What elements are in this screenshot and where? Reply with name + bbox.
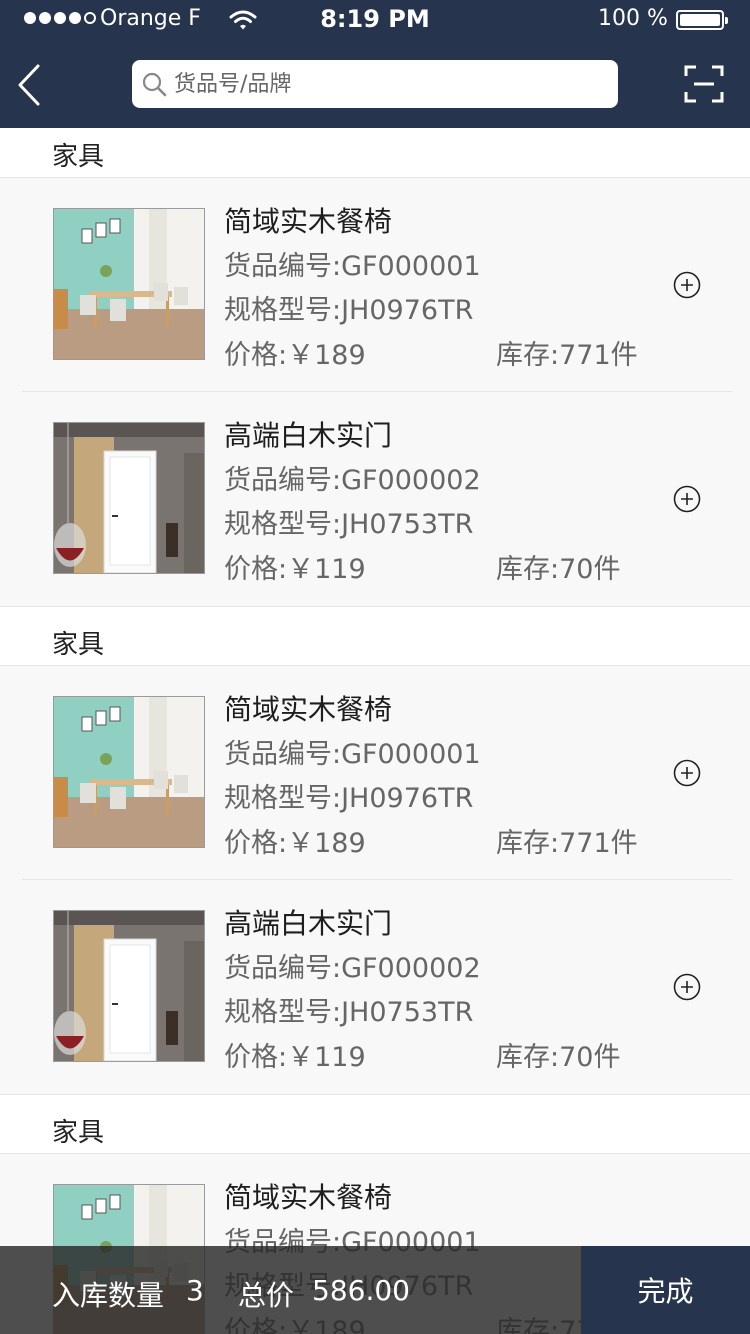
product-thumbnail[interactable] [53,422,205,574]
product-price: 价格:￥189 [224,340,366,371]
total-value: 586.00 [312,1274,410,1307]
section-divider [0,606,750,616]
product-model: 规格型号:JH0753TR [224,509,474,540]
battery-icon [676,10,728,30]
scan-icon[interactable] [684,64,724,104]
quantity-value: 3 [186,1274,204,1307]
list-item[interactable]: 高端白木实门货品编号:GF000002 规格型号:JH0753TR 价格:￥119 库… [0,880,750,1094]
dining-room-image [54,209,204,359]
product-thumbnail[interactable] [53,910,205,1062]
section-title: 家具 [0,1104,750,1154]
product-code: 货品编号:GF000001 [224,251,481,282]
product-price: 价格:￥189 [224,828,366,859]
product-code: 货品编号:GF000002 [224,953,481,984]
battery-percentage: 100 % [598,6,668,31]
done-button[interactable]: 完成 [581,1246,750,1334]
white-door-image [54,423,204,573]
product-code: 货品编号:GF000002 [224,465,481,496]
product-name: 简域实木餐椅 [224,1181,393,1214]
product-price: 价格:￥119 [224,554,366,585]
quantity-label: 入库数量 [52,1279,165,1312]
navigation-bar [0,40,750,128]
product-model: 规格型号:JH0976TR [224,783,474,814]
add-circle-icon[interactable] [672,972,702,1002]
product-stock: 库存:771件 [496,340,638,371]
product-thumbnail[interactable] [53,208,205,360]
section-title: 家具 [0,128,750,178]
chevron-left-icon[interactable] [14,62,46,108]
product-price: 价格:￥119 [224,1042,366,1073]
add-circle-icon[interactable] [672,758,702,788]
product-model: 规格型号:JH0976TR [224,295,474,326]
list-item[interactable]: 简域实木餐椅货品编号:GF000001 规格型号:JH0976TR 价格:￥189 库… [0,666,750,880]
status-bar: Orange F 8:19 PM 100 % [0,0,750,40]
search-box[interactable] [132,60,618,108]
product-thumbnail[interactable] [53,696,205,848]
product-name: 简域实木餐椅 [224,693,393,726]
order-summary: 入库数量 3 总价 586.00 [0,1246,581,1334]
section-title: 家具 [0,616,750,666]
product-list: 家具 简域实木餐椅 货品编号:GF000001 规格型号:JH0976TR 价格:￥18… [0,128,750,1334]
white-door-image [54,911,204,1061]
add-circle-icon[interactable] [672,484,702,514]
list-item[interactable]: 高端白木实门货品编号:GF000002 规格型号:JH0753TR 价格:￥119 库… [0,392,750,606]
search-input[interactable] [174,66,604,102]
dining-room-image [54,697,204,847]
product-name: 高端白木实门 [224,907,393,940]
bottom-bar: 入库数量 3 总价 586.00 完成 [0,1246,750,1334]
total-label: 总价 [238,1279,295,1312]
list-item[interactable]: 简域实木餐椅货品编号:GF000001 规格型号:JH0976TR 价格:￥189 库… [0,178,750,392]
product-code: 货品编号:GF000001 [224,739,481,770]
product-name: 高端白木实门 [224,419,393,452]
product-stock: 库存:70件 [496,1042,621,1073]
product-stock: 库存:70件 [496,554,621,585]
product-stock: 库存:771件 [496,828,638,859]
product-model: 规格型号:JH0753TR [224,997,474,1028]
section-divider [0,1094,750,1104]
add-circle-icon[interactable] [672,270,702,300]
app-header: Orange F 8:19 PM 100 % [0,0,750,128]
search-icon [142,72,167,97]
product-name: 简域实木餐椅 [224,205,393,238]
